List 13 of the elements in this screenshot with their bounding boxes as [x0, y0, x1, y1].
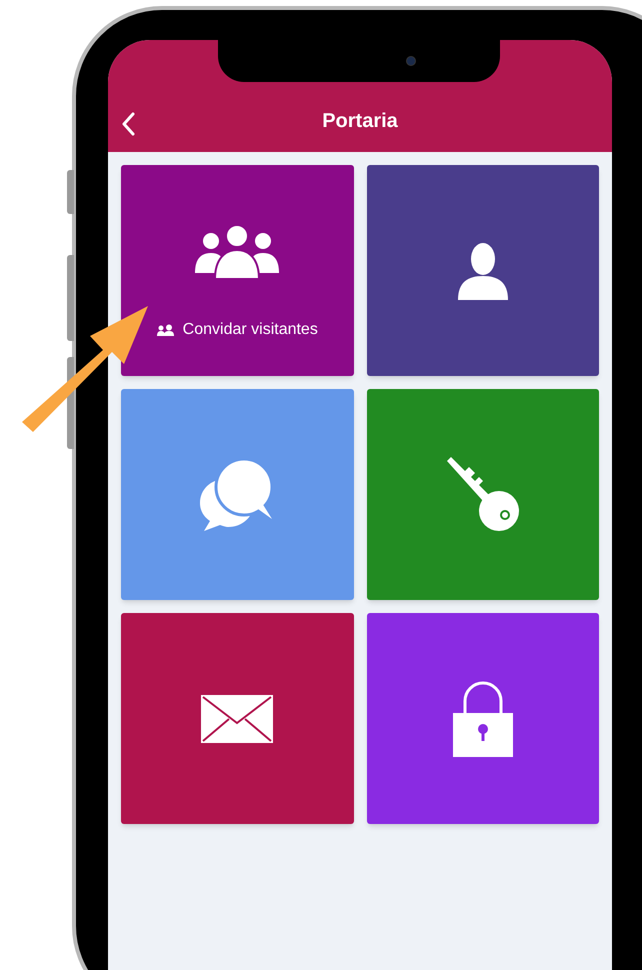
- menu-tile[interactable]: [366, 165, 599, 376]
- menu-tile[interactable]: [366, 613, 599, 824]
- camera-icon: [406, 56, 416, 66]
- envelope-icon: [201, 694, 274, 742]
- tile-label: Convidar visitantes: [182, 320, 318, 340]
- person-icon: [458, 242, 508, 300]
- menu-tile[interactable]: [121, 613, 354, 824]
- menu-tile[interactable]: [121, 389, 354, 600]
- header-title: Portaria: [322, 109, 398, 134]
- menu-tile[interactable]: Convidar visitantes: [121, 165, 354, 376]
- group-icon: [156, 324, 177, 336]
- menu-tile[interactable]: [366, 389, 599, 600]
- padlock-icon: [452, 680, 513, 756]
